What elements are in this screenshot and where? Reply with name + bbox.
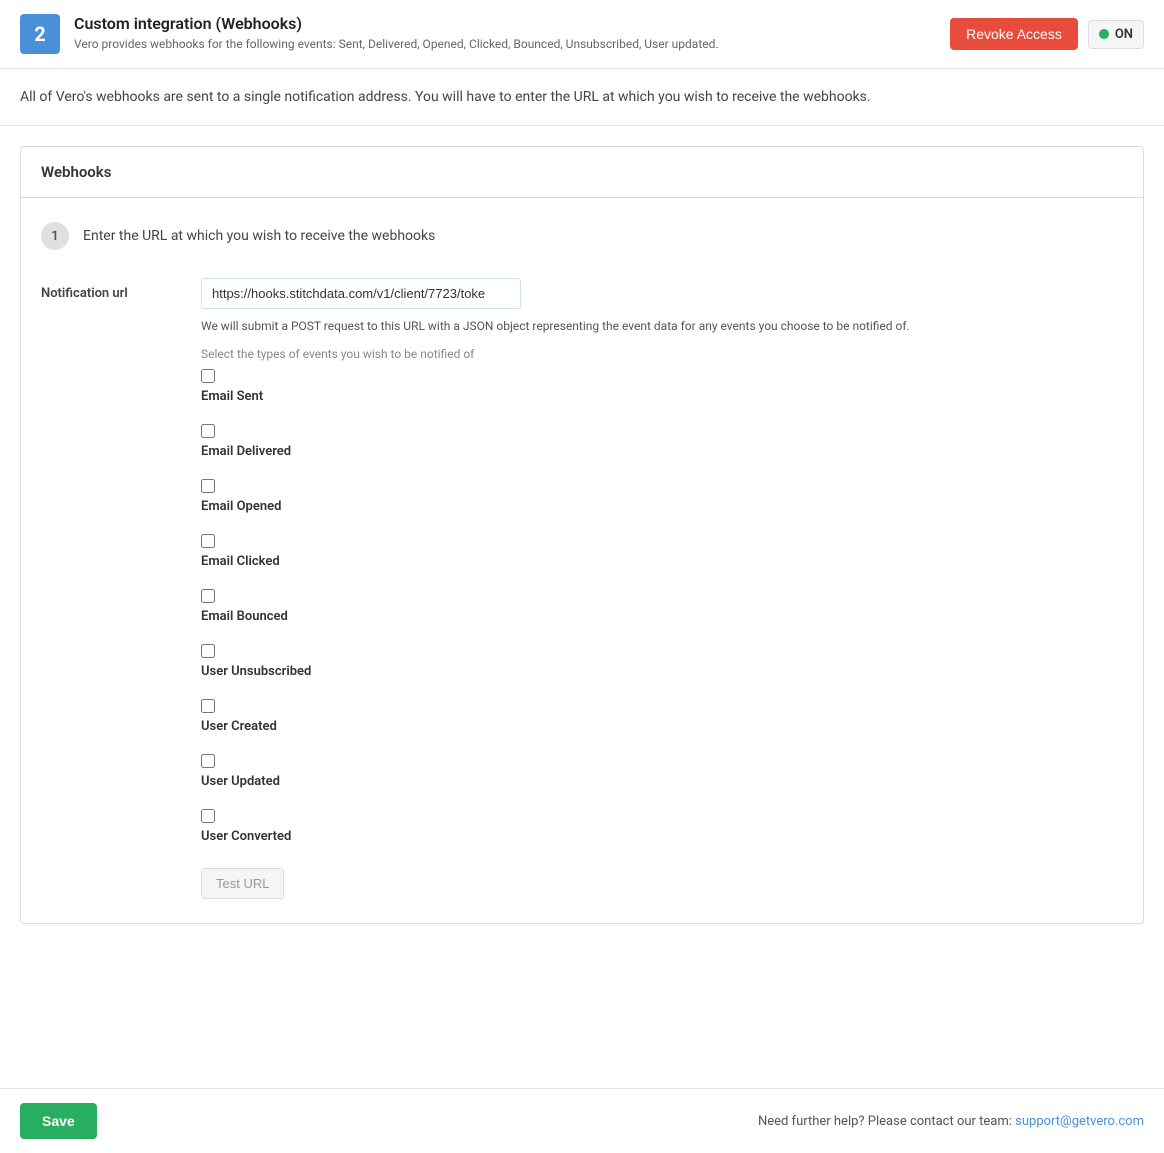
checkbox-user-unsubscribed: User Unsubscribed bbox=[201, 644, 1123, 679]
form-content: We will submit a POST request to this UR… bbox=[201, 278, 1123, 899]
checkbox-email-delivered-label[interactable]: Email Delivered bbox=[201, 444, 1123, 459]
help-text-label: Need further help? Please contact our te… bbox=[758, 1114, 1012, 1129]
toggle-dot-icon bbox=[1099, 29, 1109, 39]
page-description: All of Vero's webhooks are sent to a sin… bbox=[0, 69, 1164, 126]
notification-url-label: Notification url bbox=[41, 278, 201, 301]
hint-text: We will submit a POST request to this UR… bbox=[201, 319, 1123, 333]
step-row: 1 Enter the URL at which you wish to rec… bbox=[41, 222, 1123, 250]
checkbox-email-bounced-label[interactable]: Email Bounced bbox=[201, 609, 1123, 624]
checkbox-user-converted-input[interactable] bbox=[201, 809, 215, 823]
checkbox-user-unsubscribed-input[interactable] bbox=[201, 644, 215, 658]
checkbox-user-created: User Created bbox=[201, 699, 1123, 734]
checkbox-email-clicked-input[interactable] bbox=[201, 534, 215, 548]
checkbox-user-converted-label[interactable]: User Converted bbox=[201, 829, 1123, 844]
notification-url-input[interactable] bbox=[201, 278, 521, 309]
help-text: Need further help? Please contact our te… bbox=[758, 1114, 1144, 1129]
toggle-label: ON bbox=[1115, 27, 1133, 42]
checkbox-user-updated: User Updated bbox=[201, 754, 1123, 789]
step-label: Enter the URL at which you wish to recei… bbox=[83, 228, 435, 244]
step-number: 1 bbox=[41, 222, 69, 250]
revoke-access-button[interactable]: Revoke Access bbox=[950, 18, 1078, 50]
header-left: 2 Custom integration (Webhooks) Vero pro… bbox=[20, 14, 719, 54]
checkbox-email-delivered-input[interactable] bbox=[201, 424, 215, 438]
checkbox-email-bounced-input[interactable] bbox=[201, 589, 215, 603]
header-right: Revoke Access ON bbox=[950, 14, 1144, 50]
checkbox-email-clicked-label[interactable]: Email Clicked bbox=[201, 554, 1123, 569]
checkbox-email-opened: Email Opened bbox=[201, 479, 1123, 514]
card-body: 1 Enter the URL at which you wish to rec… bbox=[21, 198, 1143, 923]
test-url-button[interactable]: Test URL bbox=[201, 868, 284, 899]
checkbox-email-sent-label[interactable]: Email Sent bbox=[201, 389, 1123, 404]
page-subtitle: Vero provides webhooks for the following… bbox=[74, 37, 719, 51]
checkbox-user-created-label[interactable]: User Created bbox=[201, 719, 1123, 734]
checkbox-user-updated-input[interactable] bbox=[201, 754, 215, 768]
checkbox-email-sent-input[interactable] bbox=[201, 369, 215, 383]
form-section: Notification url We will submit a POST r… bbox=[41, 278, 1123, 899]
description-text: All of Vero's webhooks are sent to a sin… bbox=[20, 89, 1144, 105]
logo: 2 bbox=[20, 14, 60, 54]
header-text: Custom integration (Webhooks) Vero provi… bbox=[74, 14, 719, 51]
card-title: Webhooks bbox=[21, 147, 1143, 198]
page-footer: Save Need further help? Please contact o… bbox=[0, 1088, 1164, 1153]
page-header: 2 Custom integration (Webhooks) Vero pro… bbox=[0, 0, 1164, 69]
checkbox-email-bounced: Email Bounced bbox=[201, 589, 1123, 624]
checkbox-user-unsubscribed-label[interactable]: User Unsubscribed bbox=[201, 664, 1123, 679]
checkbox-user-updated-label[interactable]: User Updated bbox=[201, 774, 1123, 789]
select-types-label: Select the types of events you wish to b… bbox=[201, 347, 1123, 361]
checkbox-email-delivered: Email Delivered bbox=[201, 424, 1123, 459]
checkbox-user-converted: User Converted bbox=[201, 809, 1123, 844]
page-title: Custom integration (Webhooks) bbox=[74, 14, 719, 33]
checkbox-email-sent: Email Sent bbox=[201, 369, 1123, 404]
toggle-status: ON bbox=[1088, 20, 1144, 49]
checkbox-user-created-input[interactable] bbox=[201, 699, 215, 713]
checkbox-email-clicked: Email Clicked bbox=[201, 534, 1123, 569]
webhooks-card: Webhooks 1 Enter the URL at which you wi… bbox=[20, 146, 1144, 924]
main-content: Webhooks 1 Enter the URL at which you wi… bbox=[0, 126, 1164, 944]
checkbox-email-opened-input[interactable] bbox=[201, 479, 215, 493]
support-email-link[interactable]: support@getvero.com bbox=[1015, 1114, 1144, 1129]
save-button[interactable]: Save bbox=[20, 1103, 97, 1139]
checkbox-email-opened-label[interactable]: Email Opened bbox=[201, 499, 1123, 514]
